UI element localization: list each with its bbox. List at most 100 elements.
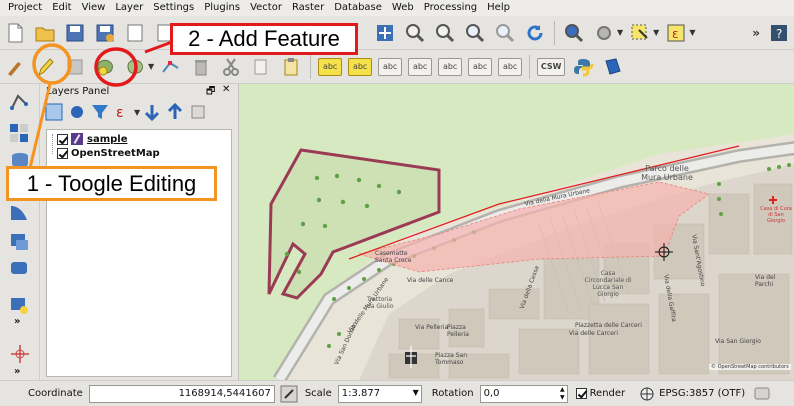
expand-all-icon[interactable] (142, 102, 162, 122)
layer-labeling-button[interactable]: abc (318, 57, 343, 76)
save-as-button[interactable] (92, 20, 118, 46)
menu-vector[interactable]: Vector (245, 0, 287, 16)
add-wms-layer-icon[interactable] (8, 202, 32, 226)
remove-layer-icon[interactable] (188, 102, 208, 122)
scale-combobox[interactable]: 1:3.877 ▼ (337, 384, 422, 403)
new-document-icon (8, 23, 23, 42)
help-button[interactable]: ? (766, 20, 792, 46)
new-project-button[interactable] (2, 20, 28, 46)
gear-icon (597, 25, 611, 40)
show-hide-labels-button[interactable]: abc (408, 57, 433, 76)
layer-visibility-checkbox[interactable] (57, 147, 68, 159)
float-panel-icon[interactable]: 🗗 (206, 84, 215, 101)
menu-help[interactable]: Help (482, 0, 515, 16)
action-button[interactable] (591, 20, 617, 46)
layer-row-openstreetmap[interactable]: OpenStreetMap (57, 146, 160, 160)
gps-tools-icon[interactable] (8, 342, 32, 366)
map-label-via-cance: Via delle Cance (407, 277, 454, 284)
menu-web[interactable]: Web (387, 0, 419, 16)
layer-visibility-checkbox[interactable] (57, 133, 68, 145)
zoom-out-button[interactable] (432, 20, 458, 46)
coordinate-label: Coordinate (28, 388, 83, 399)
new-shapefile-layer-icon[interactable] (8, 294, 32, 318)
toggle-extents-icon[interactable] (279, 384, 299, 404)
zoom-last-icon (466, 23, 485, 42)
cut-features-button[interactable] (218, 54, 244, 80)
open-layer-styling-icon[interactable] (44, 102, 64, 122)
copy-features-button[interactable] (248, 54, 274, 80)
map-canvas[interactable]: Parco delle Mura Urbane Via della Mura U… (238, 84, 794, 380)
add-vector-layer-icon[interactable] (8, 90, 32, 114)
expression-filter-icon[interactable]: ε (113, 102, 133, 122)
print-icon (127, 24, 143, 41)
add-group-icon[interactable] (67, 102, 87, 122)
toolbar-overflow-icon[interactable]: » (752, 26, 760, 40)
metasearch-button[interactable]: CSW (537, 57, 566, 76)
toolbar-overflow-icon[interactable]: » (14, 366, 20, 377)
add-wcs-layer-icon[interactable] (8, 230, 32, 254)
layers-panel-title: Layers Panel (46, 85, 110, 97)
refresh-button[interactable] (522, 20, 548, 46)
identify-features-button[interactable] (561, 20, 587, 46)
node-tool-button[interactable] (158, 54, 184, 80)
toggle-editing-button[interactable] (32, 54, 58, 80)
menu-database[interactable]: Database (329, 0, 387, 16)
open-project-button[interactable] (32, 20, 58, 46)
add-raster-layer-icon[interactable] (8, 122, 32, 146)
spin-arrows-icon[interactable]: ▲ ▼ (560, 386, 565, 402)
menu-plugins[interactable]: Plugins (199, 0, 245, 16)
toolbar-overflow-icon[interactable]: » (14, 316, 20, 327)
chevron-down-icon[interactable]: ▼ (689, 28, 695, 37)
save-project-button[interactable] (62, 20, 88, 46)
paste-features-button[interactable] (278, 54, 304, 80)
crs-status[interactable]: EPSG:3857 (OTF) (659, 388, 745, 399)
move-feature-button[interactable] (122, 54, 148, 80)
zoom-in-button[interactable] (402, 20, 428, 46)
menu-layer[interactable]: Layer (110, 0, 148, 16)
new-print-composer-button[interactable] (122, 20, 148, 46)
zoom-last-button[interactable] (462, 20, 488, 46)
render-checkbox[interactable] (575, 388, 587, 399)
map-label-via-pelleria: Via Pelleria (415, 324, 449, 331)
pin-labels-button[interactable]: abc (348, 57, 373, 76)
menu-edit[interactable]: Edit (47, 0, 76, 16)
menu-project[interactable]: Project (3, 0, 47, 16)
menu-processing[interactable]: Processing (419, 0, 482, 16)
menu-view[interactable]: View (77, 0, 111, 16)
chevron-down-icon[interactable]: ▼ (148, 62, 154, 71)
close-icon[interactable]: ✕ (222, 84, 230, 95)
select-by-expression-button[interactable]: ε (663, 20, 689, 46)
coordinate-field[interactable]: 1168914,5441607 (88, 384, 275, 403)
change-label-button[interactable]: abc (498, 57, 523, 76)
chevron-down-icon[interactable]: ▼ (134, 108, 140, 117)
zoom-next-icon (496, 23, 515, 42)
messages-icon[interactable] (753, 385, 771, 403)
menu-settings[interactable]: Settings (148, 0, 199, 16)
add-feature-button[interactable] (92, 54, 118, 80)
menu-raster[interactable]: Raster (287, 0, 329, 16)
map-label-via-carceri: Via delle Carceri (569, 330, 618, 337)
rotate-label-button[interactable]: abc (468, 57, 493, 76)
collapse-all-icon[interactable] (165, 102, 185, 122)
delete-selected-button[interactable] (188, 54, 214, 80)
toggle-editing-callout-text: 1 - Toogle Editing (26, 170, 197, 196)
save-layer-edits-button[interactable] (62, 54, 88, 80)
crs-globe-icon[interactable] (639, 386, 655, 402)
pan-to-selection-button[interactable] (372, 20, 398, 46)
python-console-button[interactable] (570, 54, 596, 80)
move-label-button[interactable]: abc (438, 57, 463, 76)
current-edits-button[interactable] (2, 54, 28, 80)
add-wfs-layer-icon[interactable] (8, 256, 32, 280)
paste-icon (284, 57, 298, 75)
chevron-down-icon[interactable]: ▼ (653, 28, 659, 37)
zoom-next-button[interactable] (492, 20, 518, 46)
chevron-down-icon[interactable]: ▼ (617, 28, 623, 37)
editing-pencil-icon (71, 133, 83, 145)
layer-row-sample[interactable]: sample (57, 132, 128, 146)
chevron-down-icon: ▼ (412, 387, 419, 397)
select-features-button[interactable] (627, 20, 653, 46)
plugin-button[interactable] (600, 54, 626, 80)
highlight-pinned-labels-button[interactable]: abc (378, 57, 403, 76)
rotation-spinbox[interactable]: 0,0 ▲ ▼ (479, 384, 568, 403)
filter-icon[interactable] (90, 102, 110, 122)
